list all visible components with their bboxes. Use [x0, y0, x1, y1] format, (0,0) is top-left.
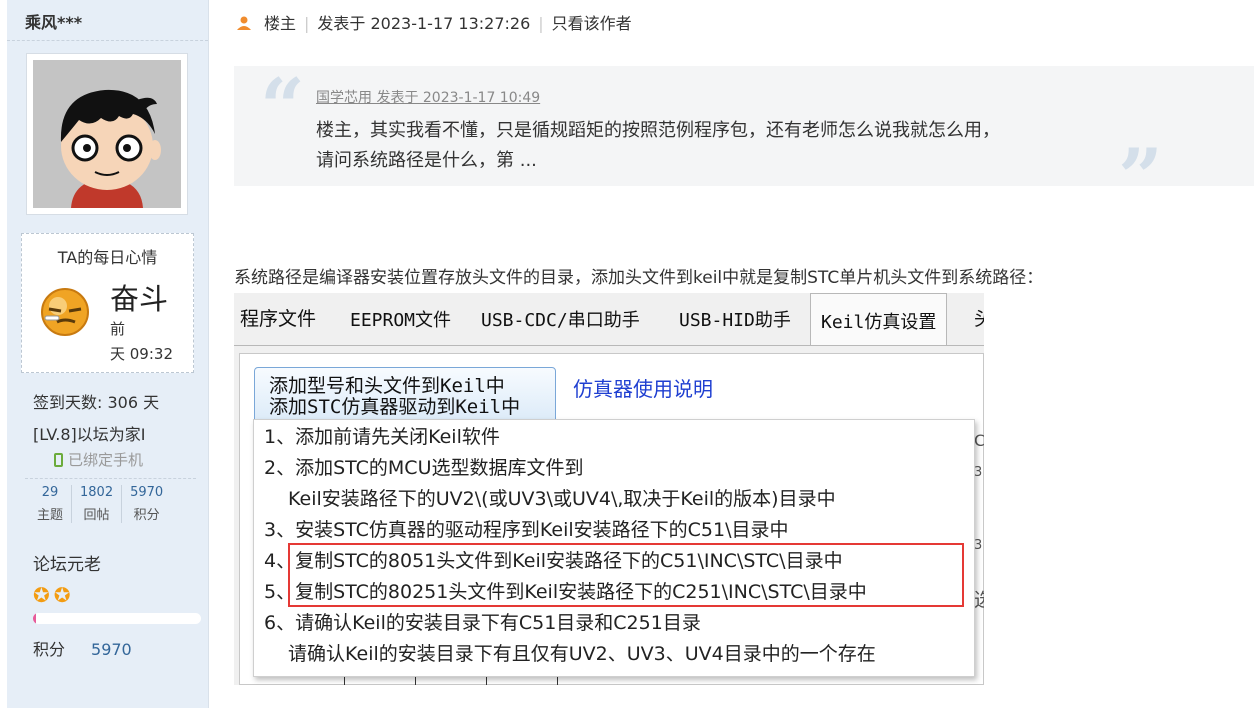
clipped-text: 3 [974, 538, 983, 553]
mood-word: 奋斗 [110, 282, 169, 316]
phone-verified-badge: 已绑定手机 [54, 449, 143, 470]
daily-mood-card: TA的每日心情 奋斗 前 天 09:32 [21, 233, 194, 373]
stat-value[interactable]: 1802 [80, 485, 113, 500]
person-icon [236, 15, 252, 35]
install-tooltip: 1、添加前请先关闭Keil软件 2、添加STC的MCU选型数据库文件到 Keil… [253, 419, 975, 677]
stat-label: 回帖 [83, 508, 110, 523]
add-button-line1: 添加型号和头文件到Keil中 [269, 375, 505, 397]
stat-value[interactable]: 29 [37, 485, 63, 500]
author-sidebar: 乘风*** TA的每日心情 奋斗 前 天 09:32 签到天数: 306 天 [… [7, 0, 209, 708]
score-label: 积分 [33, 640, 66, 659]
rank-title[interactable]: 论坛元老 [33, 550, 101, 575]
red-highlight-box [288, 543, 964, 607]
post-date: 发表于 2023-1-17 13:27:26 [317, 14, 531, 33]
phone-verified-label: 已绑定手机 [68, 451, 144, 469]
add-to-keil-button[interactable]: 添加型号和头文件到Keil中 添加STC仿真器驱动到Keil中 [254, 367, 556, 425]
rank-stars: ✪✪ [33, 583, 75, 607]
tooltip-line: 1、添加前请先关闭Keil软件 [264, 426, 500, 448]
embedded-screenshot[interactable]: 程序文件 EEPROM文件 USB-CDC/串口助手 USB-HID助手 Kei… [234, 293, 984, 685]
mood-time-line2: 天 09:32 [110, 345, 173, 363]
level-progress-bar [33, 613, 201, 624]
avatar-image [33, 60, 181, 208]
floor-label: 楼主 [264, 14, 297, 33]
tooltip-line: 3、安装STC仿真器的驱动程序到Keil安装路径下的C51\目录中 [264, 519, 789, 541]
tab-bar: 程序文件 EEPROM文件 USB-CDC/串口助手 USB-HID助手 Kei… [234, 293, 984, 346]
quote-text: 楼主，其实我看不懂，只是循规蹈矩的按照范例程序包，还有老师怎么说我就怎么用， 请… [316, 116, 1000, 176]
sun-icon: ✪ [33, 583, 54, 607]
stat-points[interactable]: 5970 积分 [122, 485, 171, 523]
add-button-line2: 添加STC仿真器驱动到Keil中 [269, 396, 521, 418]
tab-program-file[interactable]: 程序文件 [240, 304, 316, 331]
clipped-text: 3 [974, 465, 983, 480]
divider [25, 478, 196, 479]
quote-close-icon: ” [1118, 132, 1163, 223]
tab-truncated[interactable]: 头 [974, 304, 984, 331]
divider: | [304, 14, 310, 33]
tooltip-line: 请确认Keil的安装目录下有且仅有UV2、UV3、UV4目录中的一个存在 [288, 643, 876, 665]
divider [7, 40, 208, 41]
user-level[interactable]: [LV.8]以坛为家I [33, 421, 146, 445]
sun-icon: ✪ [53, 583, 75, 607]
user-stats: 29 主题 1802 回帖 5970 积分 [29, 485, 171, 523]
only-author-link[interactable]: 只看该作者 [552, 14, 632, 33]
quote-open-icon: “ [260, 62, 305, 153]
mood-title: TA的每日心情 [57, 248, 158, 267]
post-body-text: 系统路径是编译器安装位置存放头文件的目录，添加头文件到keil中就是复制STC单… [234, 268, 1044, 288]
clipped-text: 选 [974, 589, 984, 611]
stat-value[interactable]: 5970 [130, 485, 163, 500]
clipped-text: C [974, 431, 984, 450]
score-row: 积分 5970 [33, 636, 132, 660]
tab-usb-hid[interactable]: USB-HID助手 [679, 306, 791, 332]
sign-days: 签到天数: 306 天 [33, 393, 160, 412]
stat-topics[interactable]: 29 主题 [29, 485, 73, 523]
quote-line: 楼主，其实我看不懂，只是循规蹈矩的按照范例程序包，还有老师怎么说我就怎么用， [316, 120, 1000, 141]
tab-usb-cdc[interactable]: USB-CDC/串口助手 [481, 306, 640, 332]
phone-icon [54, 453, 63, 467]
stat-replies[interactable]: 1802 回帖 [72, 485, 123, 523]
stat-label: 积分 [133, 508, 160, 523]
avatar[interactable] [26, 53, 188, 215]
quote-block: “ 国学芯用 发表于 2023-1-17 10:49 楼主，其实我看不懂，只是循… [234, 62, 1254, 223]
tooltip-line: 6、请确认Keil的安装目录下有C51目录和C251目录 [264, 612, 701, 634]
level-progress-fill [33, 613, 37, 624]
quote-meta-link[interactable]: 国学芯用 发表于 2023-1-17 10:49 [316, 87, 540, 107]
mood-emoji-icon [39, 286, 93, 342]
tab-eeprom-file[interactable]: EEPROM文件 [350, 306, 451, 332]
divider: | [538, 14, 544, 33]
quote-line: 请问系统路径是什么，第 ... [316, 150, 537, 171]
mood-time-line1: 前 [110, 320, 126, 338]
post-header: 楼主 | 发表于 2023-1-17 13:27:26 | 只看该作者 [236, 10, 632, 35]
tab-keil-sim[interactable]: Keil仿真设置 [810, 293, 948, 345]
tooltip-line: Keil安装路径下的UV2\(或UV3\或UV4\,取决于Keil的版本)目录中 [288, 488, 836, 510]
stat-label: 主题 [37, 508, 64, 523]
tooltip-line: 2、添加STC的MCU选型数据库文件到 [264, 457, 584, 479]
score-value[interactable]: 5970 [91, 640, 132, 659]
simulator-help-link[interactable]: 仿真器使用说明 [573, 373, 713, 402]
author-username[interactable]: 乘风*** [25, 9, 82, 33]
